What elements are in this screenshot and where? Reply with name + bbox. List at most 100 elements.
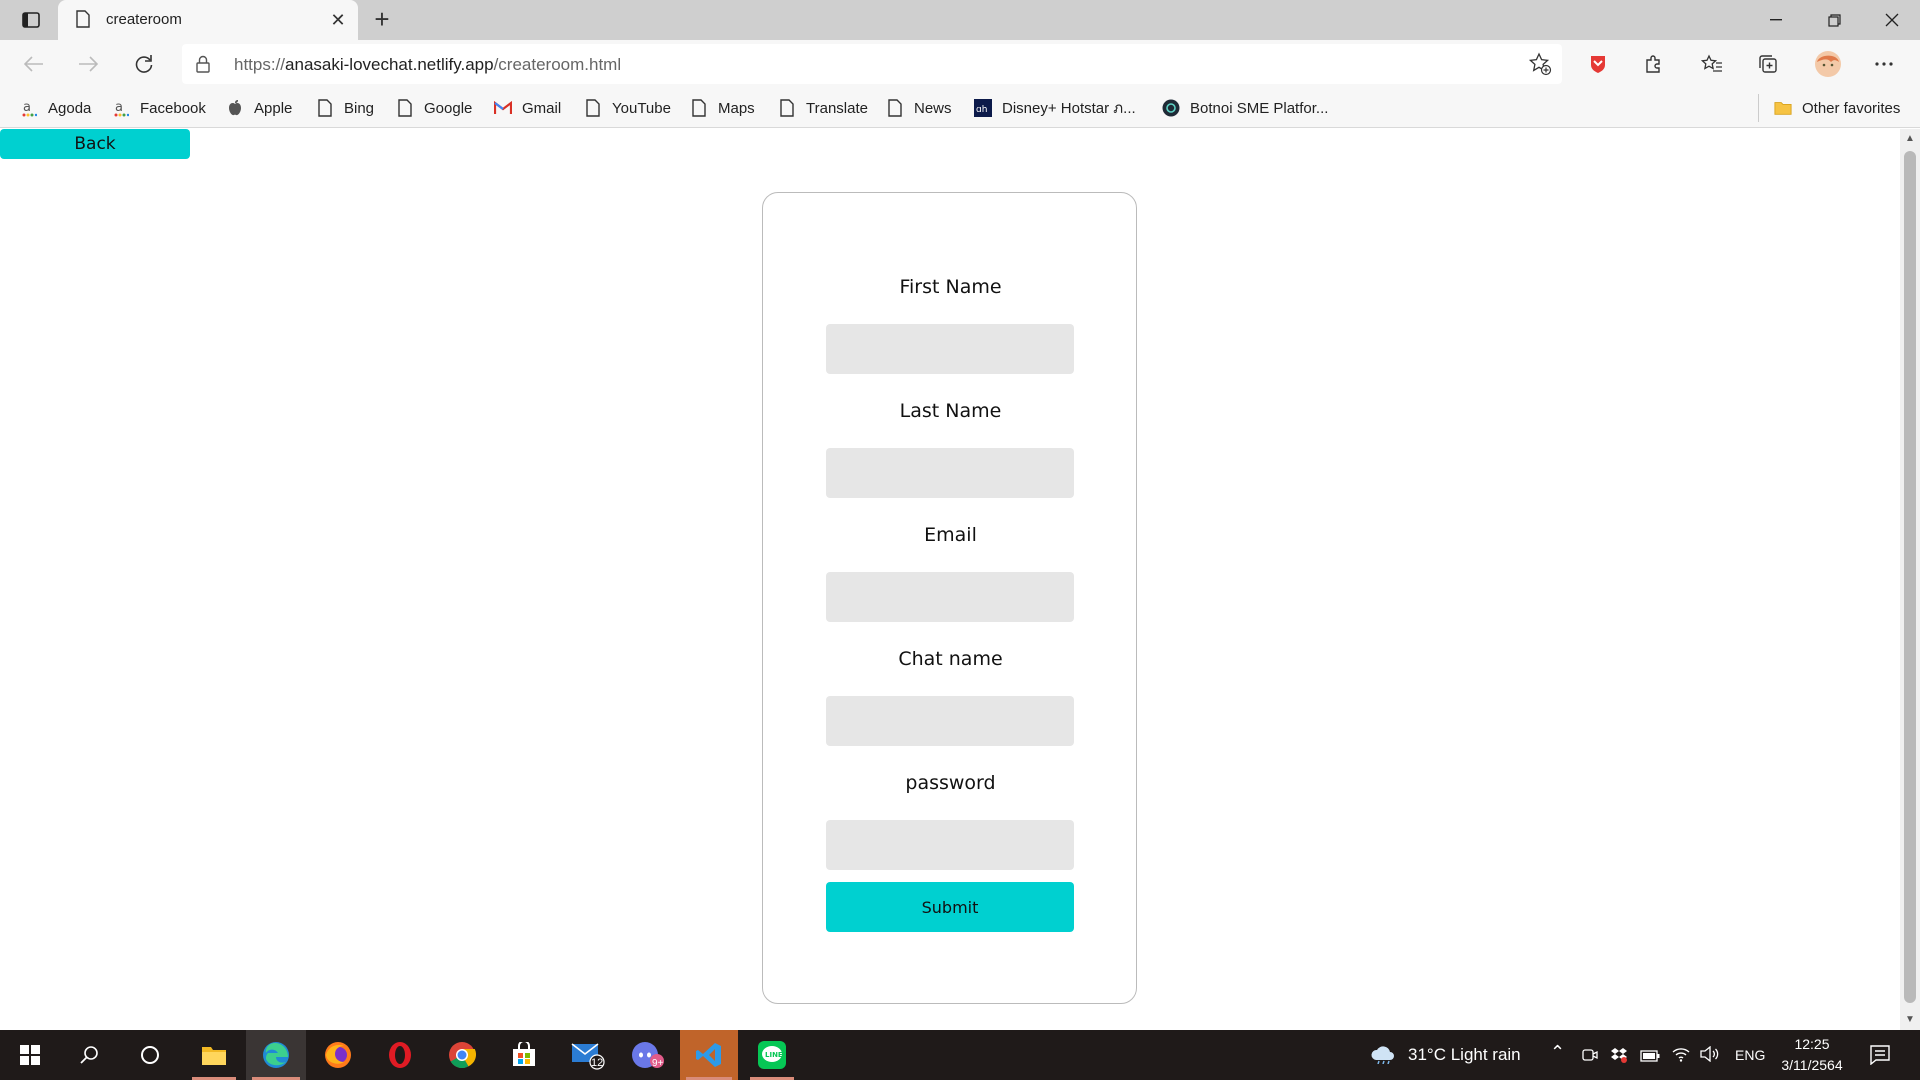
bookmarks-bar: a Agoda a Facebook Apple Bing Google Gma… — [0, 88, 1920, 128]
store-icon[interactable] — [496, 1030, 552, 1080]
email-label: Email — [924, 524, 977, 546]
bookmark-google[interactable]: Google — [396, 97, 472, 119]
favorites-icon[interactable] — [1696, 48, 1728, 80]
weather-icon[interactable] — [1370, 1044, 1396, 1069]
scroll-up-icon[interactable]: ▲ — [1904, 133, 1916, 145]
profile-avatar[interactable] — [1812, 48, 1844, 80]
chrome-icon[interactable] — [434, 1030, 490, 1080]
scroll-down-icon[interactable]: ▼ — [1904, 1014, 1916, 1026]
opera-icon[interactable] — [372, 1030, 428, 1080]
bookmark-label: Apple — [254, 99, 293, 117]
file-explorer-icon[interactable] — [186, 1030, 242, 1080]
back-button[interactable]: Back — [0, 129, 190, 159]
discord-badge: 9+ — [652, 1058, 664, 1069]
refresh-icon[interactable] — [128, 48, 160, 80]
bookmark-label: Facebook — [140, 99, 206, 117]
screen: createroom ✕ + https://anasaki-lovechat.… — [0, 0, 1920, 1080]
bookmark-bing[interactable]: Bing — [316, 97, 374, 119]
close-window-button[interactable] — [1864, 0, 1920, 40]
clock-time[interactable]: 12:25 — [1778, 1036, 1846, 1052]
bookmark-apple[interactable]: Apple — [226, 97, 292, 119]
language-indicator[interactable]: ENG — [1735, 1047, 1765, 1063]
bookmark-label: Gmail — [522, 99, 562, 117]
chat-name-input[interactable] — [826, 696, 1074, 746]
facebook-icon: a — [112, 99, 130, 117]
notifications-icon[interactable] — [1870, 1045, 1890, 1070]
apple-icon — [226, 99, 244, 117]
weather-text[interactable]: 31°C Light rain — [1408, 1045, 1521, 1065]
clock-date[interactable]: 3/11/2564 — [1772, 1057, 1852, 1073]
url-text[interactable]: https://anasaki-lovechat.netlify.app/cre… — [234, 55, 621, 75]
page-icon — [778, 99, 796, 117]
lock-icon[interactable] — [196, 55, 210, 78]
other-favorites-folder[interactable]: Other favorites — [1774, 97, 1900, 119]
bookmark-botnoi[interactable]: Botnoi SME Platfor... — [1162, 97, 1328, 119]
shield-extension-icon[interactable] — [1582, 48, 1614, 80]
first-name-label: First Name — [899, 276, 1002, 298]
bookmark-label: Disney+ Hotstar ภ... — [1002, 100, 1136, 117]
page-icon — [76, 10, 90, 33]
minimize-button[interactable] — [1748, 0, 1804, 40]
other-favorites-label: Other favorites — [1802, 99, 1901, 117]
bookmarks-divider — [1758, 94, 1759, 122]
browser-toolbar: https://anasaki-lovechat.netlify.app/cre… — [0, 40, 1920, 88]
page-icon — [316, 99, 334, 117]
dropbox-icon[interactable] — [1610, 1046, 1628, 1069]
address-bar[interactable]: https://anasaki-lovechat.netlify.app/cre… — [182, 44, 1562, 84]
page-content: Back First Name Last Name Email Chat nam… — [0, 129, 1900, 1030]
bookmark-label: Google — [424, 99, 473, 117]
search-icon[interactable] — [62, 1030, 118, 1080]
taskbar: 12 9+ LINE 31°C Light rain ⌃ ENG 12:25 3… — [0, 1030, 1920, 1080]
chevron-up-icon[interactable]: ⌃ — [1550, 1042, 1565, 1063]
password-input[interactable] — [826, 820, 1074, 870]
page-icon — [690, 99, 708, 117]
page-scrollbar[interactable]: ▲ ▼ — [1900, 129, 1920, 1030]
agoda-icon: a — [20, 99, 38, 117]
discord-icon[interactable]: 9+ — [620, 1030, 676, 1080]
title-bar: createroom ✕ + — [0, 0, 1920, 40]
volume-icon[interactable] — [1700, 1045, 1720, 1067]
svg-text:a: a — [23, 100, 31, 115]
gmail-icon — [494, 99, 512, 117]
vscode-icon[interactable] — [680, 1030, 738, 1080]
extensions-icon[interactable] — [1638, 48, 1670, 80]
more-menu-icon[interactable] — [1868, 48, 1900, 80]
close-tab-icon[interactable]: ✕ — [328, 10, 348, 30]
last-name-input[interactable] — [826, 448, 1074, 498]
bookmark-label: Maps — [718, 99, 755, 117]
browser-tab[interactable]: createroom ✕ — [58, 0, 358, 40]
windows-start-icon[interactable] — [2, 1030, 58, 1080]
tab-actions-icon[interactable] — [14, 8, 48, 32]
wifi-icon[interactable] — [1672, 1046, 1690, 1067]
bookmark-disney-hotstar[interactable]: ɑh Disney+ Hotstar ภ... — [974, 97, 1136, 119]
submit-button[interactable]: Submit — [826, 882, 1074, 932]
bookmark-facebook[interactable]: a Facebook — [112, 97, 206, 119]
first-name-input[interactable] — [826, 324, 1074, 374]
collections-icon[interactable] — [1752, 48, 1784, 80]
restore-button[interactable] — [1806, 0, 1862, 40]
mail-icon[interactable]: 12 — [560, 1030, 616, 1080]
bookmark-gmail[interactable]: Gmail — [494, 97, 561, 119]
password-label: password — [905, 772, 996, 794]
edge-icon[interactable] — [246, 1030, 306, 1080]
scroll-thumb[interactable] — [1904, 151, 1916, 1003]
forward-arrow-icon[interactable] — [72, 48, 104, 80]
bookmark-maps[interactable]: Maps — [690, 97, 755, 119]
cortana-icon[interactable] — [122, 1030, 178, 1080]
bookmark-news[interactable]: News — [886, 97, 952, 119]
bookmark-agoda[interactable]: a Agoda — [20, 97, 91, 119]
meet-now-icon[interactable] — [1582, 1047, 1598, 1068]
bookmark-label: Translate — [806, 99, 868, 117]
bookmark-label: Botnoi SME Platfor... — [1190, 99, 1329, 117]
line-icon[interactable]: LINE — [744, 1030, 800, 1080]
new-tab-button[interactable]: + — [368, 6, 396, 34]
email-input[interactable] — [826, 572, 1074, 622]
back-arrow-icon[interactable] — [18, 48, 50, 80]
bookmark-label: News — [914, 99, 952, 117]
add-favorite-icon[interactable] — [1528, 52, 1552, 81]
firefox-icon[interactable] — [310, 1030, 366, 1080]
battery-icon[interactable] — [1640, 1049, 1660, 1067]
bookmark-youtube[interactable]: YouTube — [584, 97, 671, 119]
bookmark-translate[interactable]: Translate — [778, 97, 868, 119]
bookmark-label: Bing — [344, 99, 375, 117]
